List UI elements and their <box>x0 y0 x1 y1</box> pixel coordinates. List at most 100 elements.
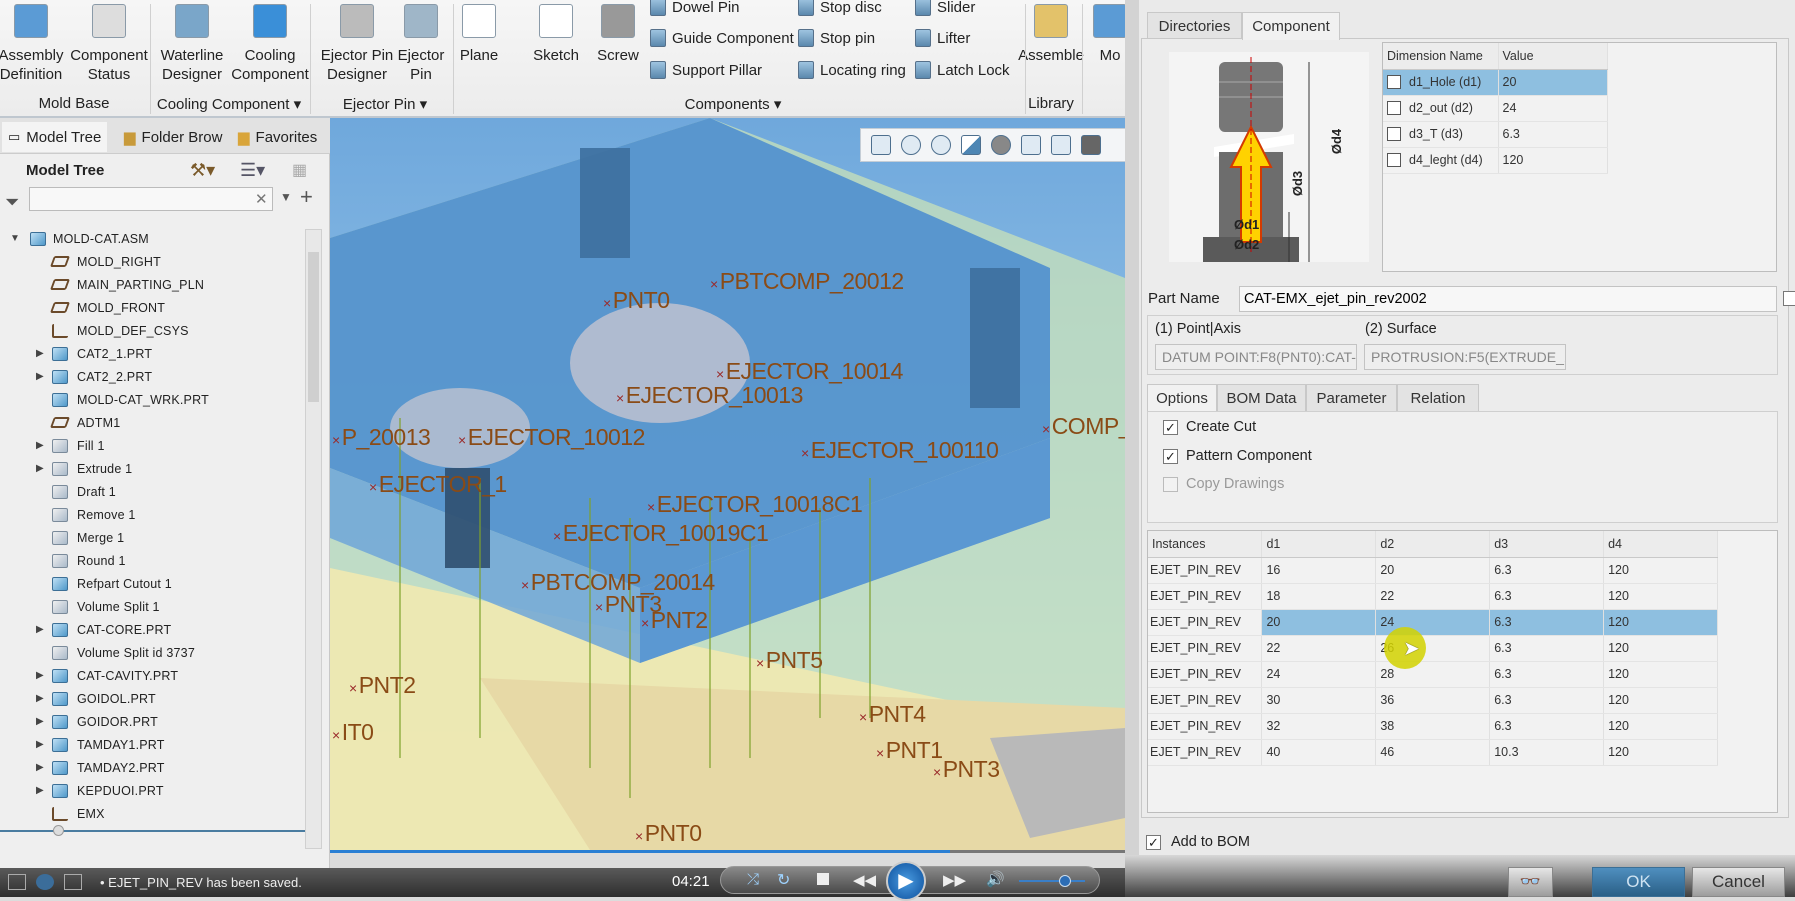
ribbon-item-dowel-pin[interactable]: Dowel Pin <box>650 0 740 16</box>
tree-item[interactable]: Refpart Cutout 1 <box>0 572 300 595</box>
column-header[interactable]: d4 <box>1603 531 1718 558</box>
instance-cell[interactable]: 120 <box>1603 739 1718 766</box>
tab-directories[interactable]: Directories <box>1147 12 1242 39</box>
instance-cell[interactable]: 120 <box>1603 609 1718 636</box>
instance-cell[interactable]: 24 <box>1261 661 1377 688</box>
instance-cell[interactable]: 46 <box>1375 739 1491 766</box>
expand-toggle-icon[interactable]: ▶ <box>36 762 44 773</box>
part-name-input[interactable] <box>1239 286 1777 312</box>
next-icon[interactable]: ▶▶ <box>943 871 966 889</box>
instance-row[interactable]: EJET_PIN_REV22266.3120 <box>1148 635 1718 662</box>
tree-item[interactable]: ▶ TAMDAY2.PRT <box>0 756 300 779</box>
instance-cell[interactable]: 16 <box>1261 557 1377 584</box>
expand-toggle-icon[interactable]: ▶ <box>36 693 44 704</box>
instance-cell[interactable]: 38 <box>1375 713 1491 740</box>
column-header[interactable]: d2 <box>1375 531 1491 558</box>
ribbon-item-lifter[interactable]: Lifter <box>915 29 970 47</box>
preview-button[interactable]: 👓 <box>1508 867 1553 897</box>
instance-cell[interactable]: 20 <box>1375 557 1491 584</box>
screenshot-icon[interactable] <box>1081 135 1101 155</box>
scrollbar-thumb[interactable] <box>308 252 319 402</box>
zoom-out-icon[interactable] <box>931 135 951 155</box>
repeat-icon[interactable]: ↻ <box>777 870 790 890</box>
ribbon-item-support-pillar[interactable]: Support Pillar <box>650 61 762 79</box>
filter-icon[interactable]: ⏷ <box>5 192 19 213</box>
search-dropdown-icon[interactable]: ▼ <box>280 190 292 204</box>
tree-item[interactable]: ▶ GOIDOL.PRT <box>0 687 300 710</box>
tree-item[interactable]: EMX <box>0 802 300 825</box>
instance-cell[interactable]: 30 <box>1261 687 1377 714</box>
instance-cell[interactable]: EJET_PIN_REV <box>1148 661 1263 688</box>
tree-item[interactable]: MOLD_RIGHT <box>0 250 300 273</box>
ribbon-item-guide-component[interactable]: Guide Component <box>650 29 794 47</box>
tree-item[interactable]: Draft 1 <box>0 480 300 503</box>
volume-slider[interactable] <box>1019 875 1085 887</box>
ok-button[interactable]: OK <box>1592 867 1685 897</box>
column-header[interactable]: d3 <box>1489 531 1605 558</box>
instance-cell[interactable]: 6.3 <box>1489 609 1605 636</box>
instance-cell[interactable]: 40 <box>1261 739 1377 766</box>
shuffle-icon[interactable]: ⤮ <box>747 871 759 888</box>
instance-cell[interactable]: EJET_PIN_REV <box>1148 557 1263 584</box>
tab-component[interactable]: Component <box>1242 12 1340 40</box>
instance-row[interactable]: EJET_PIN_REV 40 46 10.3 120 <box>1148 739 1718 766</box>
expand-toggle-icon[interactable]: ▶ <box>36 785 44 796</box>
tab-parameter[interactable]: Parameter <box>1306 384 1397 411</box>
tree-item[interactable]: Remove 1 <box>0 503 300 526</box>
tree-item[interactable]: ▶ Fill 1 <box>0 434 300 457</box>
instance-cell[interactable]: 6.3 <box>1489 635 1605 662</box>
tree-item[interactable]: Merge 1 <box>0 526 300 549</box>
instance-cell[interactable]: 120 <box>1603 557 1718 584</box>
instance-cell[interactable]: 6.3 <box>1489 583 1605 610</box>
tree-item[interactable]: ▶ CAT2_1.PRT <box>0 342 300 365</box>
tab-bom-data[interactable]: BOM Data <box>1217 384 1306 411</box>
tree-item[interactable]: ▶ KEPDUOI.PRT <box>0 779 300 802</box>
part-name-checkbox[interactable] <box>1783 291 1795 306</box>
add-to-bom-checkbox[interactable]: ✓ <box>1146 835 1161 850</box>
dimension-name-cell[interactable]: d2_out (d2) <box>1383 95 1499 122</box>
group-label-ejector-pin[interactable]: Ejector Pin ▾ <box>343 95 427 113</box>
create-cut-checkbox[interactable]: ✓ <box>1163 420 1178 435</box>
tree-item[interactable]: ▶ CAT-CORE.PRT <box>0 618 300 641</box>
instance-cell[interactable]: 120 <box>1603 713 1718 740</box>
zoom-in-icon[interactable] <box>901 135 921 155</box>
repaint-icon[interactable] <box>961 135 981 155</box>
point-axis-field[interactable]: DATUM POINT:F8(PNT0):CAT-EMX <box>1155 344 1357 370</box>
instance-cell[interactable]: 22 <box>1261 635 1377 662</box>
expand-toggle-icon[interactable]: ▶ <box>36 463 44 474</box>
instance-cell[interactable]: EJET_PIN_REV <box>1148 609 1263 636</box>
dimension-row[interactable]: d4_leght (d4) 120 <box>1383 147 1608 174</box>
dimension-row[interactable]: d1_Hole (d1) 20 <box>1383 69 1608 96</box>
dimension-name-cell[interactable]: d3_T (d3) <box>1383 121 1499 148</box>
column-header[interactable]: Value <box>1498 43 1608 70</box>
instance-cell[interactable]: 6.3 <box>1489 661 1605 688</box>
expand-toggle-icon[interactable]: ▶ <box>36 440 44 451</box>
divider-handle[interactable] <box>53 825 64 836</box>
tab-favorites[interactable]: ▆ Favorites <box>232 122 323 152</box>
instance-cell[interactable]: EJET_PIN_REV <box>1148 739 1263 766</box>
dimension-value-cell[interactable]: 24 <box>1498 95 1608 122</box>
tab-model-tree[interactable]: ▭ Model Tree <box>2 122 108 152</box>
display-style-icon[interactable] <box>991 135 1011 155</box>
pattern-component-checkbox[interactable]: ✓ <box>1163 448 1178 464</box>
instance-cell[interactable]: 120 <box>1603 661 1718 688</box>
instance-cell[interactable]: 120 <box>1603 687 1718 714</box>
instance-row[interactable]: EJET_PIN_REV 24 28 6.3 120 <box>1148 661 1718 688</box>
expand-toggle-icon[interactable]: ▶ <box>36 624 44 635</box>
ribbon-item-stop-pin[interactable]: Stop pin <box>798 29 875 47</box>
column-header[interactable]: Dimension Name <box>1383 43 1499 70</box>
status-icon[interactable] <box>8 874 26 890</box>
tree-item[interactable]: MOLD_FRONT <box>0 296 300 319</box>
instance-cell[interactable]: 32 <box>1261 713 1377 740</box>
saved-orientations-icon[interactable] <box>1021 135 1041 155</box>
tab-options[interactable]: Options <box>1147 384 1217 411</box>
play-button[interactable]: ▶ <box>886 861 926 901</box>
tree-item[interactable]: ▼ MOLD-CAT.ASM <box>0 227 300 250</box>
graphics-icon[interactable] <box>36 874 54 890</box>
window-icon[interactable] <box>64 874 82 890</box>
instance-row[interactable]: EJET_PIN_REV 30 36 6.3 120 <box>1148 687 1718 714</box>
instance-cell[interactable]: EJET_PIN_REV <box>1148 583 1263 610</box>
tree-scrollbar[interactable] <box>305 229 322 849</box>
instance-row[interactable]: EJET_PIN_REV 20 24 6.3 120 <box>1148 609 1718 636</box>
dimension-value-cell[interactable]: 6.3 <box>1498 121 1608 148</box>
